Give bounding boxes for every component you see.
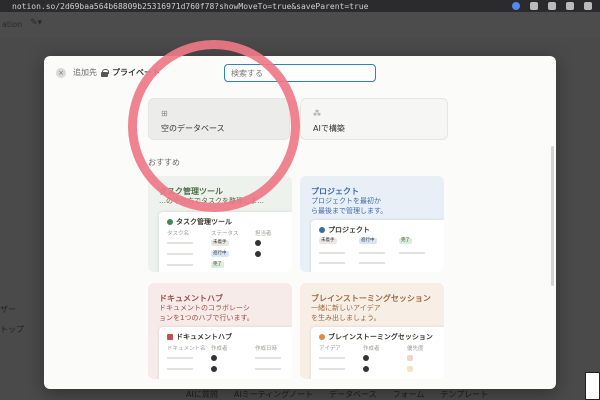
build-with-ai-option[interactable]: ⁂ AIで構築 <box>300 98 448 140</box>
check-icon <box>167 219 173 225</box>
background-title: ation <box>2 20 23 29</box>
extension-icon[interactable] <box>548 2 556 10</box>
extension-icons <box>512 2 600 10</box>
background-sidebar: ザー トップ <box>0 300 24 340</box>
browser-url-bar[interactable]: notion.so/2d69baa564b68809b25316971d760f… <box>0 0 600 12</box>
option-label: AIで構築 <box>313 124 345 133</box>
screenshot-thumbnail <box>585 372 600 400</box>
preview-row <box>319 366 439 372</box>
template-button: テンプレート <box>440 389 489 399</box>
ai-meeting-notes-button: AIミーティングノート <box>233 389 314 399</box>
document-icon <box>167 334 173 340</box>
sidebar-item: トップ <box>0 325 24 334</box>
sidebar-item: ザー <box>0 305 16 314</box>
preview-row: 進行中 <box>167 251 287 257</box>
preview-row: 未着手 進行中 完了 <box>319 238 412 244</box>
extension-icon[interactable] <box>566 2 574 10</box>
extension-icon[interactable] <box>512 2 520 10</box>
background-bottom-bar: AIに質問 AIミーティングノート データベース フォーム テンプレート <box>180 388 600 400</box>
new-database-dialog: × 追加先 プライベート ⊞ 空のデータベース ⁂ AIで構築 おすすめ タスク… <box>44 56 556 389</box>
template-preview: ブレインストーミングセッション アイデア 作成者 優先度 <box>311 327 444 379</box>
template-preview: プロジェクト 未着手 進行中 完了 <box>311 220 444 272</box>
close-icon[interactable]: × <box>56 68 66 78</box>
template-card-project[interactable]: プロジェクト プロジェクトを最初か ら最後まで管理します。 プロジェクト 未着手… <box>300 176 444 272</box>
template-description: プロジェクトを最初か ら最後まで管理します。 <box>311 197 388 215</box>
preview-columns: ドキュメント名 作成者 作成日時 <box>167 346 278 352</box>
preview-row <box>167 366 287 372</box>
preview-title: プロジェクト <box>319 225 370 235</box>
preview-row <box>319 260 439 266</box>
template-preview: ドキュメントハブ ドキュメント名 作成者 作成日時 <box>159 327 292 379</box>
preview-title: タスク管理ツール <box>167 217 232 227</box>
extension-icon[interactable] <box>584 2 592 10</box>
edit-icon: ✎▾ <box>30 18 43 28</box>
preview-row <box>167 355 287 361</box>
preview-columns: アイデア 作成者 優先度 <box>319 346 424 352</box>
form-button: フォーム <box>392 389 425 399</box>
preview-row <box>319 355 439 361</box>
ai-icon: ⁂ <box>313 109 321 118</box>
template-card-brainstorming[interactable]: ブレインストーミングセッション 一緒に新しいアイデア を生み出しましょう。 ブレ… <box>300 283 444 379</box>
preview-row <box>319 250 439 256</box>
template-description: 一緒に新しいアイデア を生み出しましょう。 <box>311 304 381 322</box>
preview-columns: タスク名 ステータス 担当者 <box>167 231 272 237</box>
preview-row: 完了 <box>167 262 287 268</box>
template-card-document-hub[interactable]: ドキュメントハブ ドキュメントのコラボレーシ ョンを1つのハブで行います。 ドキ… <box>148 283 292 379</box>
preview-title: ドキュメントハブ <box>167 332 232 342</box>
scrollbar[interactable] <box>551 146 554 286</box>
highlight-circle <box>128 40 300 212</box>
template-preview: タスク管理ツール タスク名 ステータス 担当者 未着手 進行中 完了 <box>159 212 292 272</box>
lock-icon <box>101 68 109 77</box>
add-to-label: 追加先 <box>73 68 97 77</box>
ask-ai-button: AIに質問 <box>186 389 218 399</box>
background-topbar: ation ✎▾ <box>0 12 600 38</box>
preview-title: ブレインストーミングセッション <box>319 332 433 342</box>
template-description: ドキュメントのコラボレーシ ョンを1つのハブで行います。 <box>159 304 254 322</box>
preview-row: 未着手 <box>167 240 287 246</box>
project-icon <box>319 227 325 233</box>
url-text[interactable]: notion.so/2d69baa564b68809b25316971d760f… <box>0 2 512 11</box>
extension-icon[interactable] <box>530 2 538 10</box>
lightbulb-icon <box>319 334 325 340</box>
database-button: データベース <box>329 389 377 399</box>
